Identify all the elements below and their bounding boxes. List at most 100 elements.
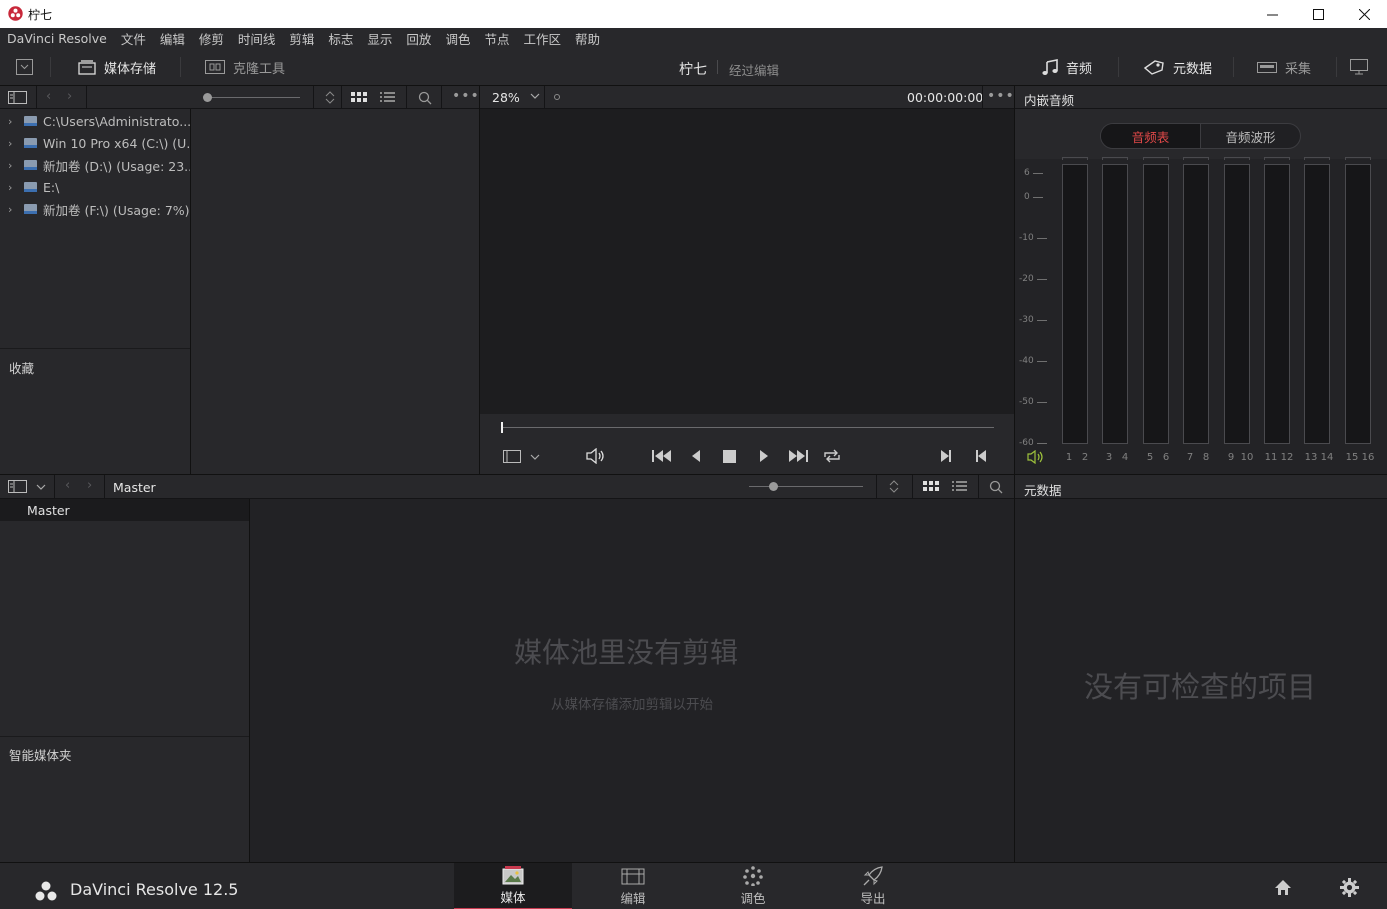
volume-icon[interactable] xyxy=(586,448,606,464)
viewer-mode-icon[interactable] xyxy=(503,450,521,463)
channel-label: 16 xyxy=(1361,452,1375,463)
bin-toggle-chevron-icon[interactable] xyxy=(36,484,46,491)
drive-item-e[interactable]: › E:\ xyxy=(8,176,59,198)
menu-mark[interactable]: 标志 xyxy=(328,29,353,48)
pool-forward-arrow-icon[interactable]: › xyxy=(87,478,92,493)
meter-scale-tick: -10 xyxy=(1019,233,1049,243)
sort-icon[interactable] xyxy=(324,90,336,105)
speaker-active-icon[interactable] xyxy=(1027,450,1045,464)
scrubber-track[interactable] xyxy=(501,427,994,428)
toolbar: 媒体存储 克隆工具 柠七 经过编辑 音频 元数据 采集 xyxy=(0,48,1387,86)
pool-list-view-icon[interactable] xyxy=(952,481,967,492)
slider-handle[interactable] xyxy=(203,93,212,102)
menu-trim[interactable]: 修剪 xyxy=(199,29,224,48)
menu-playback[interactable]: 回放 xyxy=(406,29,431,48)
menu-help[interactable]: 帮助 xyxy=(575,29,600,48)
drive-item-d[interactable]: › 新加卷 (D:\) (Usage: 23... xyxy=(8,154,196,176)
project-state: 经过编辑 xyxy=(729,63,780,78)
menu-clip[interactable]: 剪辑 xyxy=(289,29,314,48)
storage-file-browser xyxy=(191,109,479,474)
drive-item-c[interactable]: › Win 10 Pro x64 (C:\) (U... xyxy=(8,132,198,154)
menu-workspace[interactable]: 工作区 xyxy=(523,29,561,48)
stop-icon[interactable] xyxy=(723,450,736,463)
viewer-canvas[interactable] xyxy=(480,109,1014,414)
pool-sort-icon[interactable] xyxy=(888,479,900,494)
menu-view[interactable]: 显示 xyxy=(367,29,392,48)
chevron-right-icon[interactable]: › xyxy=(8,181,18,194)
home-icon[interactable] xyxy=(1274,879,1292,896)
bin-master[interactable]: Master xyxy=(0,499,249,521)
smart-bins-label: 智能媒体夹 xyxy=(9,748,72,763)
maximize-button[interactable] xyxy=(1295,0,1341,28)
more-options-icon[interactable]: ••• xyxy=(452,88,480,104)
pool-search-icon[interactable] xyxy=(989,480,1003,494)
viewer-mode-chevron-icon[interactable] xyxy=(530,454,540,461)
pool-thumbnail-slider[interactable] xyxy=(749,486,863,487)
viewer-options-icon[interactable]: ••• xyxy=(987,88,1015,104)
settings-gear-icon[interactable] xyxy=(1340,878,1359,897)
page-deliver-button[interactable]: 导出 xyxy=(814,863,932,909)
drive-item-c-users[interactable]: › C:\Users\Administrato... xyxy=(8,110,191,132)
capture-button[interactable]: 采集 xyxy=(1257,48,1311,86)
panel-toggle-button[interactable] xyxy=(16,59,33,75)
monitor-icon[interactable] xyxy=(1350,59,1368,75)
thumbnail-size-slider[interactable] xyxy=(206,97,300,98)
chevron-right-icon[interactable]: › xyxy=(8,159,18,172)
tab-audio-meters[interactable]: 音频表 xyxy=(1101,124,1200,148)
metadata-panel-header: 元数据 xyxy=(1015,475,1387,499)
meter-pair-13-14 xyxy=(1304,157,1330,444)
mark-out-icon[interactable] xyxy=(974,449,988,463)
bin-list-toggle-icon[interactable] xyxy=(8,480,27,493)
audio-label: 音频 xyxy=(1066,61,1093,77)
playhead[interactable] xyxy=(501,422,503,433)
page-color-button[interactable]: 调色 xyxy=(694,863,812,909)
tab-audio-waveform[interactable]: 音频波形 xyxy=(1201,124,1300,148)
zoom-chevron-down-icon[interactable] xyxy=(530,93,540,100)
forward-arrow-icon[interactable]: › xyxy=(67,89,72,104)
audio-button[interactable]: 音频 xyxy=(1042,48,1092,86)
chevron-right-icon[interactable]: › xyxy=(8,115,18,128)
capture-label: 采集 xyxy=(1285,61,1312,77)
skip-to-end-icon[interactable] xyxy=(787,449,809,463)
menu-edit[interactable]: 编辑 xyxy=(160,29,185,48)
zoom-level[interactable]: 28% xyxy=(492,90,520,105)
menu-color[interactable]: 调色 xyxy=(445,29,470,48)
media-page-icon xyxy=(502,865,524,885)
mark-in-icon[interactable] xyxy=(939,449,953,463)
skip-to-start-icon[interactable] xyxy=(651,449,673,463)
chevron-right-icon[interactable]: › xyxy=(8,137,18,150)
list-view-icon[interactable] xyxy=(380,92,395,103)
menu-file[interactable]: 文件 xyxy=(121,29,146,48)
timecode-display: 00:00:00:00 xyxy=(907,90,984,105)
sidebar-toggle-icon[interactable] xyxy=(8,91,27,104)
media-storage-button[interactable]: 媒体存储 xyxy=(78,48,156,86)
pool-back-arrow-icon[interactable]: ‹ xyxy=(65,478,70,493)
back-arrow-icon[interactable]: ‹ xyxy=(46,89,51,104)
grid-view-icon[interactable] xyxy=(351,92,367,103)
drive-icon xyxy=(24,182,37,192)
menu-nodes[interactable]: 节点 xyxy=(484,29,509,48)
pool-slider-handle[interactable] xyxy=(769,482,778,491)
close-button[interactable] xyxy=(1341,0,1387,28)
menu-timeline[interactable]: 时间线 xyxy=(238,29,276,48)
play-reverse-icon[interactable] xyxy=(690,449,702,463)
minimize-button[interactable] xyxy=(1249,0,1295,28)
marker-dot-icon[interactable] xyxy=(554,94,560,100)
meter-pair-15-16 xyxy=(1345,157,1371,444)
page-edit-button[interactable]: 编辑 xyxy=(574,863,692,909)
page-media-button[interactable]: 媒体 xyxy=(454,863,572,909)
metadata-label: 元数据 xyxy=(1173,61,1213,77)
clone-tool-button[interactable]: 克隆工具 xyxy=(205,48,285,86)
media-pool-content[interactable]: 媒体池里没有剪辑 从媒体存储添加剪辑以开始 xyxy=(250,499,1014,862)
menu-davinci[interactable]: DaVinci Resolve xyxy=(7,31,107,46)
play-icon[interactable] xyxy=(758,449,770,463)
page-media-label: 媒体 xyxy=(500,890,526,905)
metadata-button[interactable]: 元数据 xyxy=(1143,48,1212,86)
loop-icon[interactable] xyxy=(822,448,842,464)
page-edit-label: 编辑 xyxy=(620,891,646,906)
search-icon[interactable] xyxy=(418,91,432,105)
pool-grid-view-icon[interactable] xyxy=(923,481,939,492)
chevron-right-icon[interactable]: › xyxy=(8,203,18,216)
drive-icon xyxy=(24,160,37,170)
drive-item-f[interactable]: › 新加卷 (F:\) (Usage: 7%) xyxy=(8,198,190,220)
